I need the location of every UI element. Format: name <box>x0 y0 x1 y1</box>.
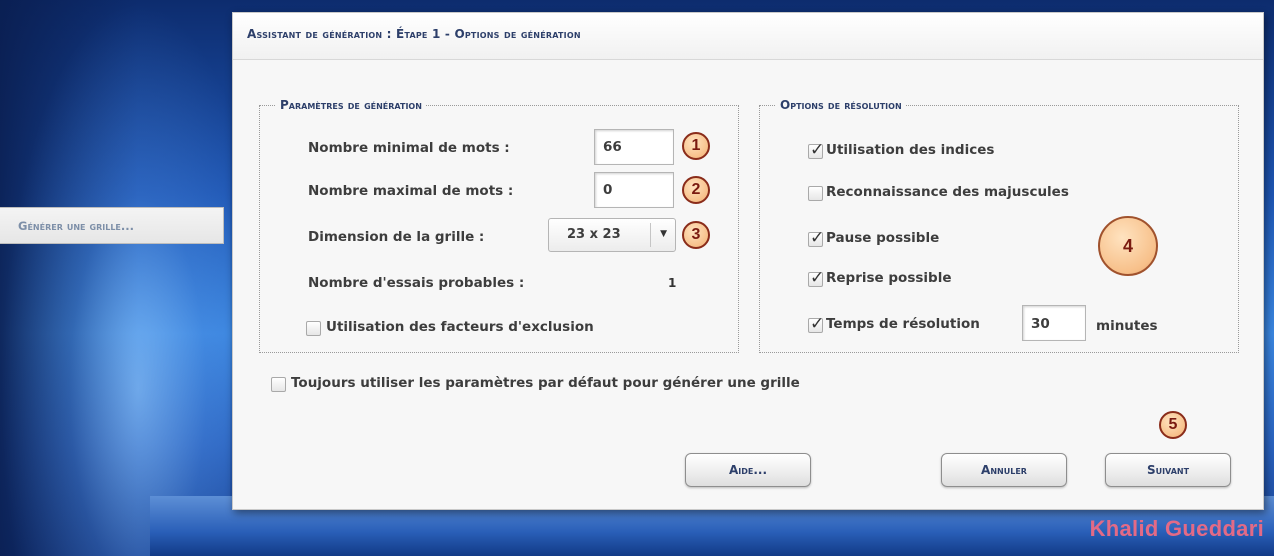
max-words-label: Nombre maximal de mots : <box>308 183 514 199</box>
cancel-button[interactable]: Annuler <box>941 453 1067 487</box>
annotation-4-badge: 4 <box>1098 216 1158 276</box>
generate-grid-tab-label: Générer une grille... <box>18 219 134 233</box>
time-unit-label: minutes <box>1096 318 1158 334</box>
resume-checkbox[interactable]: ✓ <box>808 268 824 288</box>
hints-label: Utilisation des indices <box>826 142 995 158</box>
dialog-header: Assistant de génération : Étape 1 - Opti… <box>233 13 1263 60</box>
next-button[interactable]: Suivant <box>1105 453 1231 487</box>
exclusion-factors-label: Utilisation des facteurs d'exclusion <box>326 319 594 335</box>
select-separator <box>650 223 651 247</box>
resolution-options-legend: Options de résolution <box>776 98 906 112</box>
min-words-input[interactable]: 66 <box>594 129 674 165</box>
resume-label: Reprise possible <box>826 270 952 286</box>
grid-size-value: 23 x 23 <box>567 227 621 242</box>
uppercase-checkbox[interactable] <box>808 186 823 201</box>
annotation-3-badge: 3 <box>682 221 710 249</box>
help-button[interactable]: Aide... <box>685 453 811 487</box>
resolution-options-group: Options de résolution ✓ Utilisation des … <box>759 98 1239 353</box>
time-input[interactable]: 30 <box>1022 305 1086 341</box>
check-icon: ✓ <box>810 268 825 288</box>
pause-checkbox[interactable]: ✓ <box>808 228 824 248</box>
exclusion-factors-checkbox[interactable] <box>306 321 321 336</box>
generation-wizard-dialog: Assistant de génération : Étape 1 - Opti… <box>232 12 1264 510</box>
chevron-down-icon[interactable]: ▼ <box>660 229 667 239</box>
pause-label: Pause possible <box>826 230 940 246</box>
always-default-label: Toujours utiliser les paramètres par déf… <box>291 375 800 391</box>
grid-size-label: Dimension de la grille : <box>308 229 485 245</box>
dialog-title: Assistant de génération : Étape 1 - Opti… <box>247 27 581 41</box>
generate-grid-tab[interactable]: Générer une grille... <box>0 207 224 244</box>
probable-tries-value: 1 <box>668 276 677 290</box>
probable-tries-label: Nombre d'essais probables : <box>308 275 525 291</box>
annotation-1-badge: 1 <box>682 132 710 160</box>
generation-params-legend: Paramètres de génération <box>276 98 426 112</box>
author-watermark: Khalid Gueddari <box>1089 516 1264 541</box>
time-label: Temps de résolution <box>826 316 980 332</box>
min-words-label: Nombre minimal de mots : <box>308 140 510 156</box>
max-words-input[interactable]: 0 <box>594 172 674 208</box>
check-icon: ✓ <box>810 228 825 248</box>
annotation-5-badge: 5 <box>1159 411 1187 439</box>
grid-size-select[interactable]: 23 x 23 ▼ <box>548 218 676 252</box>
check-icon: ✓ <box>810 314 825 334</box>
check-icon: ✓ <box>810 140 825 160</box>
background-glow <box>0 0 230 556</box>
always-default-checkbox[interactable] <box>271 377 286 392</box>
annotation-2-badge: 2 <box>682 176 710 204</box>
time-checkbox[interactable]: ✓ <box>808 314 824 334</box>
hints-checkbox[interactable]: ✓ <box>808 140 824 160</box>
uppercase-label: Reconnaissance des majuscules <box>826 184 1069 200</box>
generation-params-group: Paramètres de génération Nombre minimal … <box>259 98 739 353</box>
